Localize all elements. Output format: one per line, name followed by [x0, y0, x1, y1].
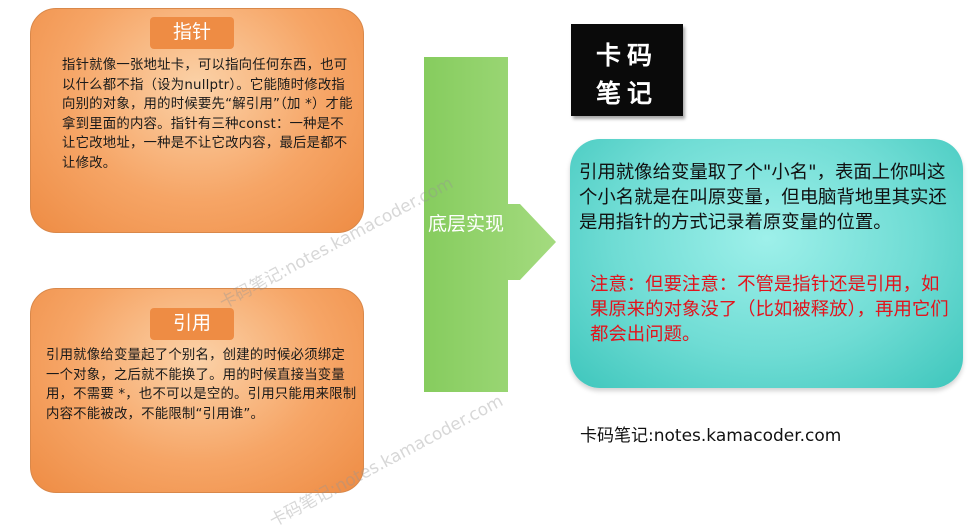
implementation-note: 注意：但要注意：不管是指针还是引用，如果原来的对象没了（比如被释放），再用它们都… — [590, 274, 949, 345]
arrow-label: 底层实现 — [427, 213, 504, 235]
reference-title: 引用 — [150, 308, 234, 340]
kamacoder-logo: 卡码 笔记 — [571, 24, 683, 116]
pointer-title: 指针 — [150, 17, 234, 49]
pointer-description: 指针就像一张地址卡，可以指向任何东西，也可以什么都不指（设为nullptr）。它… — [62, 58, 353, 171]
footer-site: 卡码笔记:notes.kamacoder.com — [580, 426, 842, 446]
implementation-text: 引用就像给变量取了个"小名"，表面上你叫这个小名就是在叫原变量，但电脑背地里其实… — [579, 162, 947, 233]
logo-line-1: 卡码 — [595, 41, 658, 70]
logo-line-2: 笔记 — [595, 79, 658, 108]
reference-description: 引用就像给变量起了个别名，创建的时候必须绑定一个对象，之后就不能换了。用的时候直… — [46, 348, 357, 422]
